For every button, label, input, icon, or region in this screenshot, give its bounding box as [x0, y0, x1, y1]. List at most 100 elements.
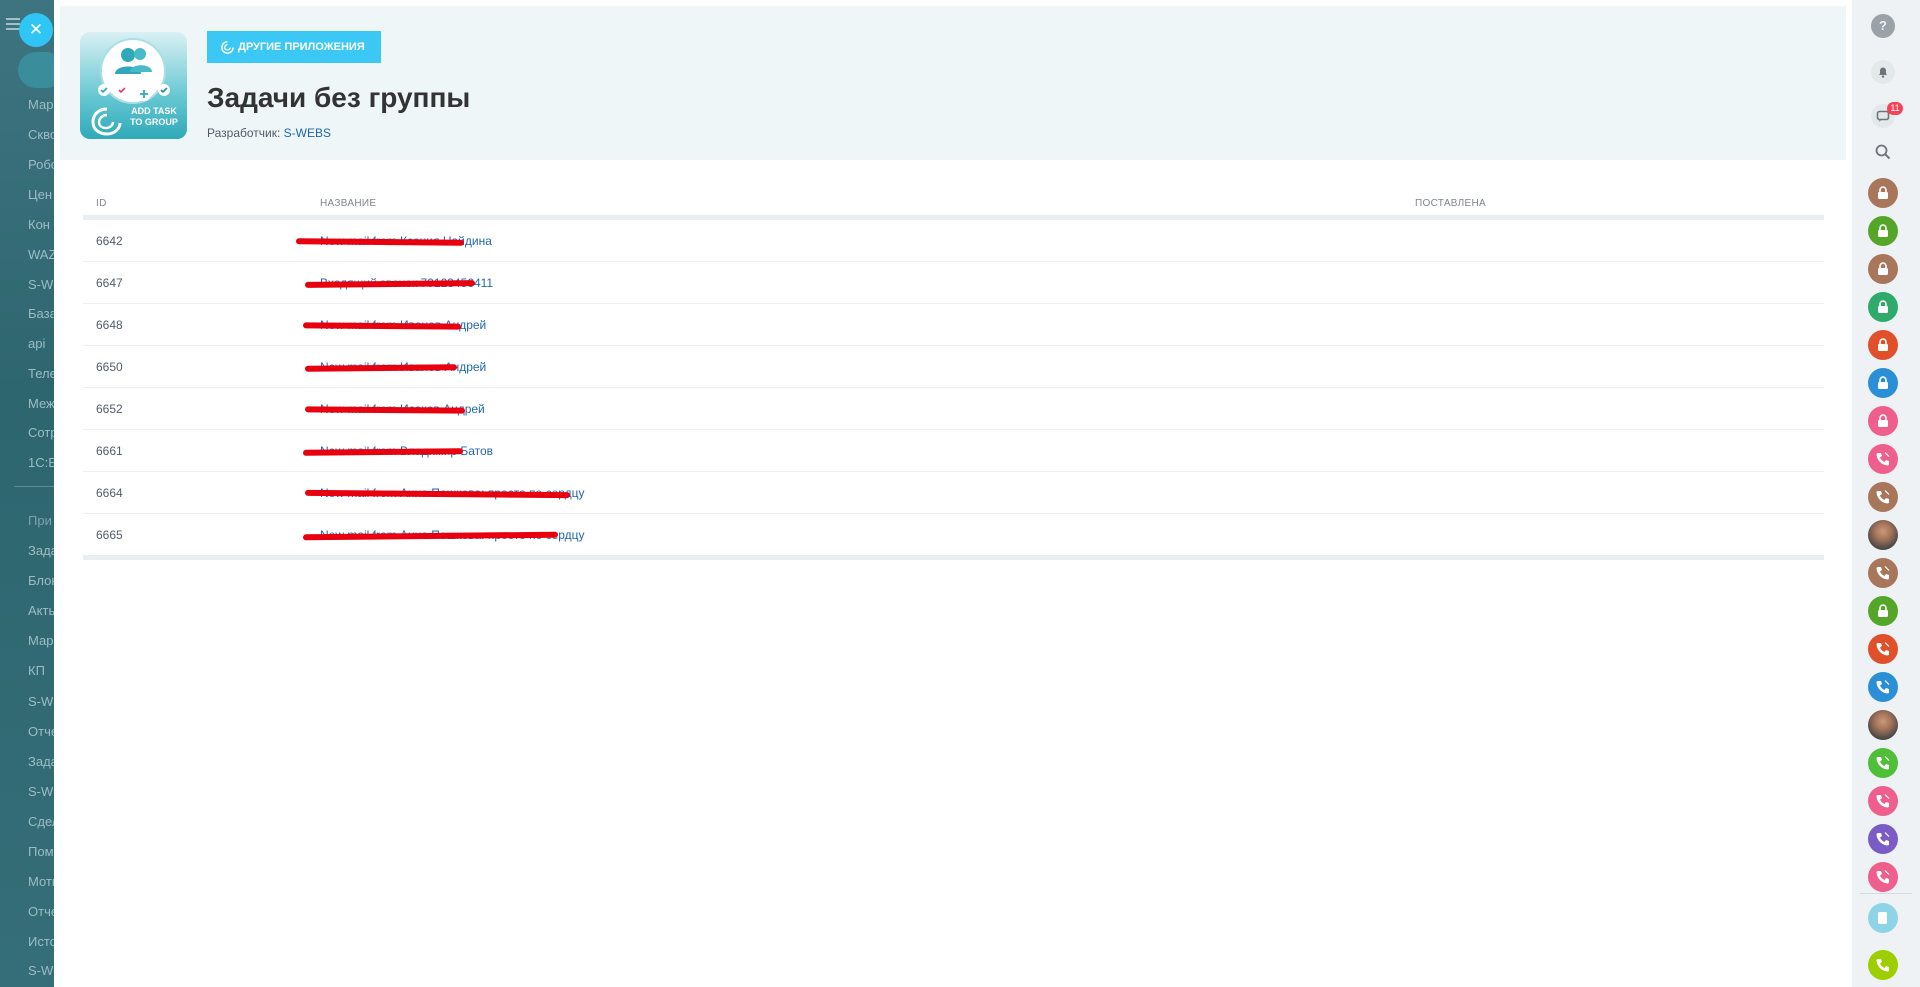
table-row[interactable]: 6650New mail from Иванов Андрей: [83, 346, 1824, 388]
sidebar-item[interactable]: WAZ: [28, 247, 56, 262]
table-row[interactable]: 6647Входящий звонок 79123456411: [83, 262, 1824, 304]
phone-icon: [1876, 832, 1890, 846]
table-row[interactable]: 6648New mail from Иванов Андрей: [83, 304, 1824, 346]
lock-icon: [1878, 224, 1888, 237]
toolbar-divider: [1860, 893, 1912, 894]
lock-icon: [1878, 338, 1888, 351]
logo-text-line2: TO GROUP: [130, 117, 178, 127]
lock-icon: [1878, 300, 1888, 313]
table-row[interactable]: 6642New mail from Ксения Найдина: [83, 220, 1824, 262]
contact-phone-button[interactable]: [1868, 786, 1898, 816]
logo-text: ADD TASK TO GROUP: [126, 106, 182, 128]
phone-icon: [1876, 642, 1890, 656]
sidebar-item[interactable]: КП: [28, 663, 45, 678]
contact-lock-button[interactable]: [1868, 368, 1898, 398]
contact-phone-button[interactable]: [1868, 634, 1898, 664]
close-slider-button[interactable]: ✕: [19, 13, 53, 47]
sidebar-item[interactable]: Блок: [28, 573, 57, 588]
contact-phone-button[interactable]: [1868, 482, 1898, 512]
developer-link[interactable]: S-WEBS: [284, 126, 331, 140]
contact-phone-button[interactable]: [1868, 748, 1898, 778]
contact-phone-button[interactable]: [1868, 672, 1898, 702]
sidebar-item[interactable]: Кон: [28, 217, 50, 232]
sidebar-item[interactable]: Исто: [28, 934, 57, 949]
task-id: 6652: [96, 402, 123, 416]
phone-icon: [1876, 680, 1890, 694]
contact-lock-button[interactable]: [1868, 596, 1898, 626]
search-icon[interactable]: [1871, 140, 1895, 164]
chat-counter-badge: 11: [1887, 102, 1903, 115]
phone-icon: [1876, 870, 1890, 884]
table-header: ID НАЗВАНИЕ ПОСТАВЛЕНА: [83, 186, 1824, 220]
developer-label: Разработчик:: [207, 126, 281, 140]
table-row[interactable]: 6665New mail from Анна Пешкова: просто п…: [83, 514, 1824, 560]
phone-icon: [1876, 756, 1890, 770]
logo-text-line1: ADD TASK: [131, 106, 177, 116]
contact-lock-button[interactable]: [1868, 178, 1898, 208]
bell-icon[interactable]: [1871, 60, 1895, 84]
contact-lock-button[interactable]: [1868, 292, 1898, 322]
column-header-created[interactable]: ПОСТАВЛЕНА: [1415, 198, 1486, 209]
swebs-swirl-icon: [221, 40, 234, 54]
phone-icon: [1876, 959, 1889, 972]
contact-lock-button[interactable]: [1868, 330, 1898, 360]
contact-phone-button[interactable]: [1868, 862, 1898, 892]
table-row[interactable]: 6661New mail from Владимир Батов: [83, 430, 1824, 472]
lock-icon: [1878, 186, 1888, 199]
sidebar-item[interactable]: Цен: [28, 187, 52, 202]
lock-icon: [1878, 414, 1888, 427]
users-icon: [115, 48, 152, 74]
table-row[interactable]: 6652New mail from Исаков Андрей: [83, 388, 1824, 430]
sidebar-item[interactable]: Скво: [28, 127, 57, 142]
app-logo: ADD TASK TO GROUP: [80, 32, 187, 139]
contact-phone-button[interactable]: [1868, 558, 1898, 588]
sidebar-item[interactable]: 1С:Б: [28, 455, 57, 470]
task-id: 6650: [96, 360, 123, 374]
contact-lock-button[interactable]: [1868, 254, 1898, 284]
task-id: 6648: [96, 318, 123, 332]
sidebar-section-title: При: [28, 513, 52, 528]
right-toolbar: ? 11: [1852, 0, 1920, 987]
task-id: 6642: [96, 234, 123, 248]
help-icon[interactable]: ?: [1871, 14, 1895, 38]
document-icon: [1878, 912, 1887, 924]
sidebar-item[interactable]: Пом: [28, 844, 54, 859]
other-apps-label: ДРУГИЕ ПРИЛОЖЕНИЯ: [238, 41, 365, 53]
open-lines-button[interactable]: [1868, 903, 1898, 933]
contact-avatar[interactable]: [1868, 710, 1898, 740]
phone-icon: [1876, 794, 1890, 808]
contact-lock-button[interactable]: [1868, 216, 1898, 246]
table-body: 6642New mail from Ксения Найдина6647Вход…: [83, 220, 1824, 560]
contact-avatar[interactable]: [1868, 520, 1898, 550]
sidebar-item[interactable]: api: [28, 336, 45, 351]
sidebar-item[interactable]: Акть: [28, 603, 55, 618]
developer-line: Разработчик: S-WEBS: [207, 126, 331, 140]
call-button[interactable]: [1868, 950, 1898, 980]
sidebar-item[interactable]: Теле: [28, 366, 57, 381]
left-sidebar: Мар Скво Робо Цен Кон WAZ S-WE База api Теле Меж Со…: [0, 0, 60, 987]
task-id: 6665: [96, 528, 123, 542]
contact-phone-button[interactable]: [1868, 824, 1898, 854]
phone-icon: [1876, 452, 1890, 466]
lock-icon: [1878, 262, 1888, 275]
contact-lock-button[interactable]: [1868, 406, 1898, 436]
sidebar-item[interactable]: Меж: [28, 396, 55, 411]
lock-icon: [1878, 604, 1888, 617]
sidebar-item[interactable]: База: [28, 306, 57, 321]
page-title: Задачи без группы: [207, 82, 471, 113]
tasks-table: ID НАЗВАНИЕ ПОСТАВЛЕНА 6642New mail from…: [83, 186, 1824, 560]
lock-icon: [1878, 376, 1888, 389]
other-apps-button[interactable]: ДРУГИЕ ПРИЛОЖЕНИЯ: [207, 31, 381, 63]
check-marks-icon: [98, 84, 170, 101]
task-id: 6664: [96, 486, 123, 500]
table-row[interactable]: 6664New mail from Анна Пешкова: просто п…: [83, 472, 1824, 514]
swebs-swirl-icon: [91, 107, 122, 136]
column-header-name[interactable]: НАЗВАНИЕ: [320, 198, 376, 209]
phone-icon: [1876, 490, 1890, 504]
sidebar-item[interactable]: Мар: [28, 633, 53, 648]
task-id: 6661: [96, 444, 123, 458]
menu-burger-icon[interactable]: [6, 18, 20, 33]
column-header-id[interactable]: ID: [96, 198, 107, 209]
contact-phone-button[interactable]: [1868, 444, 1898, 474]
sidebar-item[interactable]: Мар: [28, 97, 53, 112]
